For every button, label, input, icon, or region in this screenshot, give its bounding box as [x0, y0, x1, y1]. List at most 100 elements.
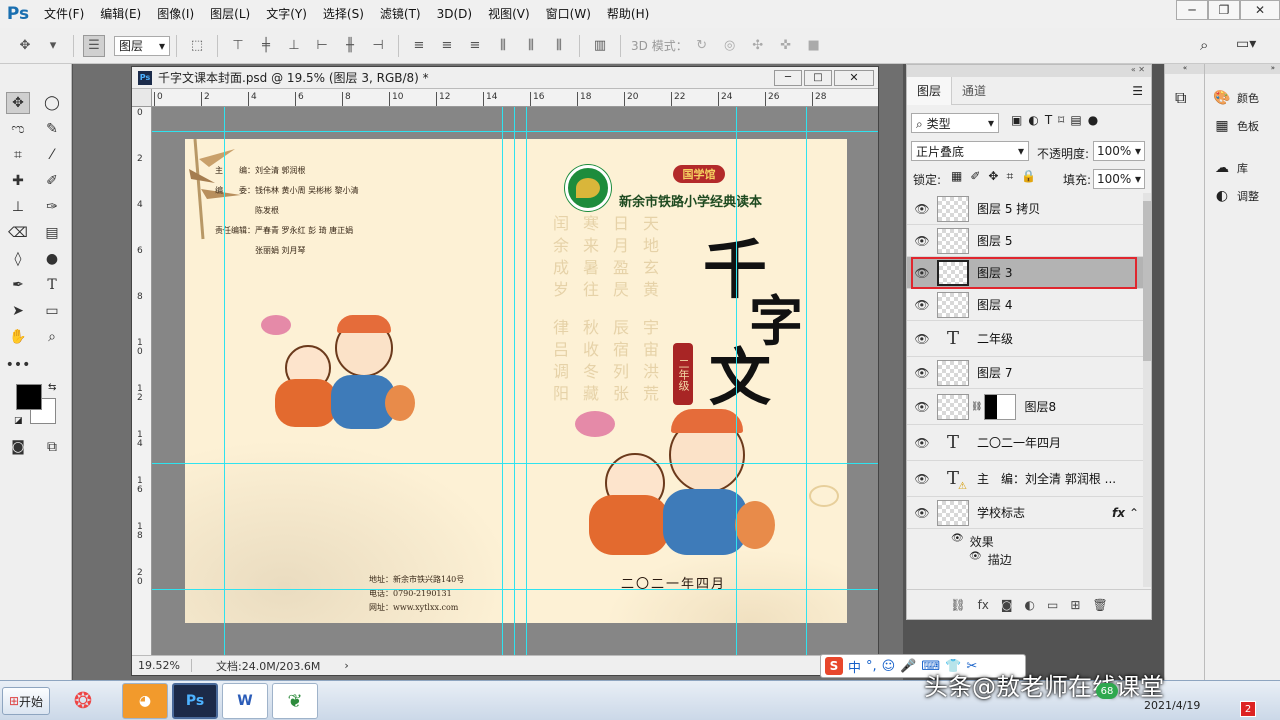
new-adjustment-icon[interactable]: ◐ [1025, 598, 1035, 612]
panel-adjustments[interactable]: ◐ 调整 [1213, 188, 1259, 204]
guide-horizontal[interactable] [152, 131, 878, 132]
eyedropper-tool[interactable]: ⁄ [40, 144, 64, 166]
tool-preset-dropdown[interactable]: ▾ [42, 35, 64, 57]
new-layer-icon[interactable]: ⊞ [1070, 598, 1080, 612]
delete-layer-icon[interactable]: 🗑 [1092, 598, 1107, 612]
canvas-workarea[interactable]: 主 编：刘全清 郭润根编 委：钱伟林 黄小周 吴彬彬 黎小清 陈发根 责任编辑：严… [152, 107, 878, 655]
menu-item[interactable]: 图像(I) [149, 0, 202, 28]
layer-row[interactable]: 👁 ⛓ 图层8 [907, 389, 1143, 425]
visibility-eye-icon[interactable]: 👁 [907, 234, 937, 248]
link-layers-icon[interactable]: ⛓ [950, 598, 965, 612]
minimize-button[interactable]: ─ [1176, 0, 1208, 20]
guide-vertical[interactable] [514, 107, 515, 655]
workspace-icon[interactable]: ▭▾ [1236, 36, 1256, 52]
distribute-top-icon[interactable]: ≡ [408, 35, 430, 57]
lasso-tool[interactable]: ಌ [6, 118, 30, 140]
add-mask-icon[interactable]: ◙ [1001, 598, 1013, 612]
auto-select-checkbox[interactable]: ☰ [83, 34, 105, 57]
zoom-tool[interactable]: ⌕ [40, 326, 64, 348]
align-top-icon[interactable]: ⊤ [227, 35, 249, 57]
restore-button[interactable]: ❐ [1208, 0, 1240, 20]
vertical-ruler[interactable]: 0 2 4 6 8 1 0 1 2 1 4 1 6 1 8 2 0 [132, 107, 152, 655]
transform-controls-icon[interactable]: ⬚ [186, 35, 208, 57]
doc-close-button[interactable]: ✕ [834, 69, 874, 86]
ruler-origin[interactable] [132, 89, 152, 107]
layer-scrollbar[interactable] [1143, 193, 1151, 587]
collapse-effects-icon[interactable]: ⌃ [1129, 506, 1139, 520]
align-right-icon[interactable]: ⊣ [367, 35, 389, 57]
3d-orbit-icon[interactable]: ↻ [691, 35, 713, 57]
close-button[interactable]: ✕ [1240, 0, 1280, 20]
lock-paint-icon[interactable]: ✐ [970, 169, 980, 184]
layer-row[interactable]: 👁 T 二〇二一年四月 [907, 425, 1143, 461]
menu-item[interactable]: 图层(L) [202, 0, 258, 28]
distribute-hcenter-icon[interactable]: ⫼ [520, 35, 542, 57]
crop-tool[interactable]: ⌗ [6, 144, 30, 166]
swap-colors-icon[interactable]: ⇆ [48, 382, 56, 393]
opacity-input[interactable]: 100% ▾ [1093, 141, 1145, 161]
layer-row[interactable]: 👁 图层 3 [907, 257, 1143, 289]
visibility-eye-icon[interactable]: 👁 [907, 332, 937, 346]
menu-item[interactable]: 窗口(W) [538, 0, 599, 28]
panel-collapse-bar[interactable]: « ✕ [907, 65, 1151, 77]
layer-row[interactable]: 👁 图层 7 [907, 357, 1143, 389]
visibility-eye-icon[interactable]: 👁 [907, 436, 937, 450]
3d-roll-icon[interactable]: ◎ [719, 35, 741, 57]
lock-transparent-icon[interactable]: ▦ [951, 169, 962, 184]
visibility-eye-icon[interactable]: 👁 [907, 472, 937, 486]
ime-lang-toggle[interactable]: 中 [848, 657, 861, 676]
blend-mode-dropdown[interactable]: 正片叠底 ▾ [911, 141, 1029, 161]
uc-browser-icon[interactable]: ◕ [122, 683, 168, 719]
guide-horizontal[interactable] [152, 463, 878, 464]
panel-menu-icon[interactable]: ☰ [1132, 84, 1143, 98]
menu-item[interactable]: 视图(V) [480, 0, 538, 28]
3d-camera-icon[interactable]: ■ [803, 35, 825, 57]
quick-selection-tool[interactable]: ✎ [40, 118, 64, 140]
healing-brush-tool[interactable]: ✚ [6, 170, 30, 192]
guide-horizontal[interactable] [152, 589, 878, 590]
mask-link-icon[interactable]: ⛓ [971, 402, 982, 412]
screen-mode-icon[interactable]: ⧉ [40, 436, 64, 458]
guide-vertical[interactable] [736, 107, 737, 655]
layer-row[interactable]: 👁 T ⚠ 主 编：刘全清 郭润根 ... [907, 461, 1143, 497]
layer-row[interactable]: 👁 T 二年级 [907, 321, 1143, 357]
foreground-color-swatch[interactable] [16, 384, 42, 410]
guide-vertical[interactable] [526, 107, 527, 655]
brush-tool[interactable]: ✐ [40, 170, 64, 192]
lock-position-icon[interactable]: ✥ [988, 169, 998, 184]
layer-row[interactable]: 👁 学校标志 fx ⌃ [907, 497, 1143, 529]
menu-item[interactable]: 帮助(H) [599, 0, 657, 28]
photoshop-taskbar-icon[interactable]: Ps [172, 683, 218, 719]
ime-emoji-icon[interactable]: ☺ [882, 659, 896, 674]
3d-pan-icon[interactable]: ✣ [747, 35, 769, 57]
gradient-tool[interactable]: ▤ [40, 222, 64, 244]
hand-tool[interactable]: ✋ [6, 326, 30, 348]
menu-item[interactable]: 文件(F) [36, 0, 92, 28]
layer-row[interactable]: 👁 图层 5 [907, 225, 1143, 257]
ime-punct-icon[interactable]: °, [866, 659, 877, 674]
align-hcenter-icon[interactable]: ╫ [339, 35, 361, 57]
panel-color[interactable]: 🎨 颜色 [1213, 90, 1259, 106]
layer-effects-icon[interactable]: fx [1112, 506, 1125, 520]
new-group-icon[interactable]: ▭ [1047, 598, 1058, 612]
align-bottom-icon[interactable]: ⊥ [283, 35, 305, 57]
filter-shape-icon[interactable]: ⌑ [1058, 113, 1064, 127]
distribute-bottom-icon[interactable]: ≡ [464, 35, 486, 57]
sogou-icon[interactable]: S [825, 657, 843, 675]
lock-artboard-icon[interactable]: ⌗ [1006, 169, 1013, 184]
search-icon[interactable]: ⌕ [1200, 36, 1208, 54]
align-vcenter-icon[interactable]: ╪ [255, 35, 277, 57]
history-brush-tool[interactable]: ✑ [40, 196, 64, 218]
distribute-right-icon[interactable]: ⫼ [548, 35, 570, 57]
3d-slide-icon[interactable]: ✜ [775, 35, 797, 57]
filter-adjustment-icon[interactable]: ◐ [1028, 113, 1038, 127]
ellipse-marquee-tool[interactable]: ◯ [40, 92, 64, 114]
dodge-tool[interactable]: ● [40, 248, 64, 270]
default-colors-icon[interactable]: ◪ [14, 416, 23, 426]
properties-icon[interactable]: ⧉ [1175, 88, 1186, 108]
guide-vertical[interactable] [224, 107, 225, 655]
lock-all-icon[interactable]: 🔒 [1021, 169, 1036, 184]
horizontal-ruler[interactable]: 0 2 4 6 8 10 12 14 16 18 20 22 24 26 28 [152, 89, 878, 107]
add-style-icon[interactable]: fx [978, 598, 989, 612]
path-selection-tool[interactable]: ➤ [6, 300, 30, 322]
